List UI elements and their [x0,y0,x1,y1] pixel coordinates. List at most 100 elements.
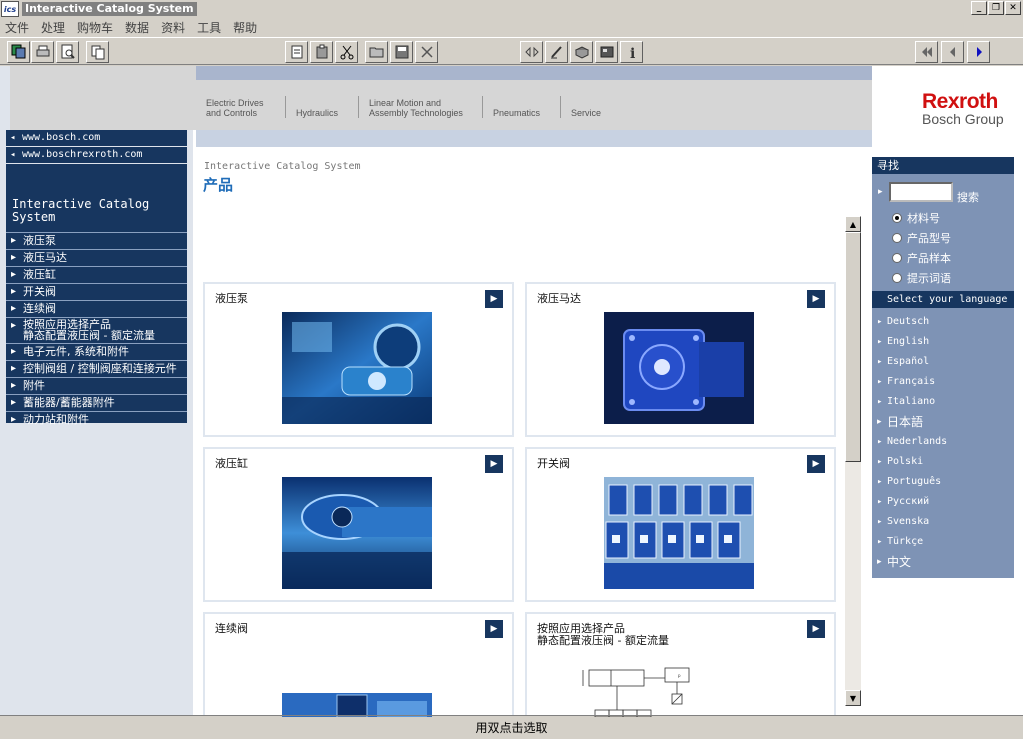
left-nav-item-power-units[interactable]: 动力站和附件 [6,411,187,428]
paste-list-icon[interactable] [285,41,308,63]
lang-russian[interactable]: Русский [872,495,1014,515]
left-nav-item-cylinders[interactable]: 液压缸 [6,266,187,283]
left-nav-item-accessories[interactable]: 附件 [6,377,187,394]
scroll-thumb[interactable] [845,232,861,462]
pump-image [282,312,432,424]
lang-chinese[interactable]: 中文 [872,555,1014,575]
search-input[interactable] [889,182,953,202]
main-area: Electric Drives and Controls Hydraulics … [0,66,1023,717]
left-nav-item-pumps[interactable]: 液压泵 [6,232,187,249]
menu-process[interactable]: 处理 [41,19,65,36]
svg-text:p: p [678,673,681,678]
motor-image [604,312,754,424]
print-preview-icon[interactable] [56,41,79,63]
link-boschrexroth[interactable]: www.boschrexroth.com [6,147,187,163]
left-nav-item-accumulators[interactable]: 蓄能器/蓄能器附件 [6,394,187,411]
product-card-switching-valves[interactable]: 开关阀 ▶ [525,447,836,602]
lang-deutsch[interactable]: Deutsch [872,315,1014,335]
open-folder-icon[interactable] [365,41,388,63]
window-title: Interactive Catalog System [22,2,197,16]
title-bar: ics Interactive Catalog System _ ❐ ✕ [0,0,1023,18]
first-page-icon[interactable] [915,41,938,63]
lang-italiano[interactable]: Italiano [872,395,1014,415]
menu-data[interactable]: 数据 [125,19,149,36]
left-nav-item-switching-valves[interactable]: 开关阀 [6,283,187,300]
menu-help[interactable]: 帮助 [233,19,257,36]
left-nav-panel: Interactive Catalog System 液压泵 液压马达 液压缸 … [6,164,187,426]
radio-icon [892,233,902,243]
arrow-right-icon[interactable]: ▶ [807,620,825,638]
minimize-button[interactable]: _ [971,1,987,15]
menu-cart[interactable]: 购物车 [77,19,113,36]
top-nav: Electric Drives and Controls Hydraulics … [196,80,872,130]
radio-icon [892,253,902,263]
arrow-right-icon[interactable]: ▶ [807,455,825,473]
scroll-up-icon[interactable]: ▲ [845,216,861,232]
radio-product-type[interactable]: 产品型号 [892,230,951,246]
arrow-right-icon[interactable]: ▶ [807,290,825,308]
logo-group: Bosch Group [922,111,1004,127]
menu-tools[interactable]: 工具 [197,19,221,36]
card-label: 开关阀 [537,457,570,470]
lang-japanese[interactable]: 日本語 [872,415,1014,435]
arrow-right-icon[interactable]: ▶ [485,620,503,638]
close-button[interactable]: ✕ [1005,1,1021,15]
database-icon[interactable] [595,41,618,63]
info-icon[interactable]: i [620,41,643,63]
book-icon[interactable] [570,41,593,63]
radio-product-catalog[interactable]: 产品样本 [892,250,951,266]
next-icon[interactable] [967,41,990,63]
nav-linear-motion[interactable]: Linear Motion and Assembly Technologies [358,96,463,118]
clipboard-icon[interactable] [310,41,333,63]
content-scrollbar[interactable]: ▲ ▼ [845,216,861,706]
compare-icon[interactable] [520,41,543,63]
search-button[interactable]: 搜索 [957,189,979,205]
breadcrumb: Interactive Catalog System [204,161,361,172]
restore-button[interactable]: ❐ [988,1,1004,15]
nav-electric-drives[interactable]: Electric Drives and Controls [196,96,264,118]
save-icon[interactable] [390,41,413,63]
nav-hydraulics[interactable]: Hydraulics [285,96,338,118]
edit-icon[interactable] [545,41,568,63]
arrow-right-icon[interactable]: ▶ [485,455,503,473]
lang-turkce[interactable]: Türkçe [872,535,1014,555]
radio-keywords[interactable]: 提示词语 [892,270,951,286]
arrow-right-icon[interactable]: ▶ [485,290,503,308]
previous-icon[interactable] [941,41,964,63]
scroll-down-icon[interactable]: ▼ [845,690,861,706]
lang-svenska[interactable]: Svenska [872,515,1014,535]
card-label: 连续阀 [215,622,248,635]
product-card-cylinders[interactable]: 液压缸 ▶ [203,447,514,602]
card-label: 液压马达 [537,292,581,305]
lang-francais[interactable]: Français [872,375,1014,395]
left-nav-item-application-select[interactable]: 按照应用选择产品 静态配置液压阀 - 额定流量 [6,317,187,343]
language-heading: Select your language [872,291,1014,308]
product-card-continuous-valves[interactable]: 连续阀 ▶ [203,612,514,717]
nav-service[interactable]: Service [560,96,601,118]
product-card-motors[interactable]: 液压马达 ▶ [525,282,836,437]
lang-nederlands[interactable]: Nederlands [872,435,1014,455]
radio-material-number[interactable]: 材料号 [892,210,940,226]
nav-pneumatics[interactable]: Pneumatics [482,96,540,118]
copy-icon[interactable] [86,41,109,63]
product-card-application-select[interactable]: 按照应用选择产品 静态配置液压阀 - 额定流量 ▶ p [525,612,836,717]
lang-espanol[interactable]: Español [872,355,1014,375]
left-nav-item-electronics[interactable]: 电子元件, 系统和附件 [6,343,187,360]
continuous-valve-image [282,693,432,717]
left-nav-item-motors[interactable]: 液压马达 [6,249,187,266]
product-card-pumps[interactable]: 液压泵 ▶ [203,282,514,437]
menu-info[interactable]: 资料 [161,19,185,36]
menu-file[interactable]: 文件 [5,19,29,36]
copy-pages-icon[interactable] [7,41,30,63]
left-nav-item-continuous-valves[interactable]: 连续阀 [6,300,187,317]
delete-icon[interactable] [415,41,438,63]
link-bosch[interactable]: www.bosch.com [6,130,187,146]
lang-portugues[interactable]: Português [872,475,1014,495]
print-icon[interactable] [31,41,54,63]
cut-icon[interactable] [335,41,358,63]
lang-english[interactable]: English [872,335,1014,355]
rexroth-logo: Rexroth Bosch Group [872,66,1023,157]
left-nav-item-control-blocks[interactable]: 控制阀组 / 控制阀座和连接元件 [6,360,187,377]
lang-polski[interactable]: Polski [872,455,1014,475]
card-label: 液压缸 [215,457,248,470]
